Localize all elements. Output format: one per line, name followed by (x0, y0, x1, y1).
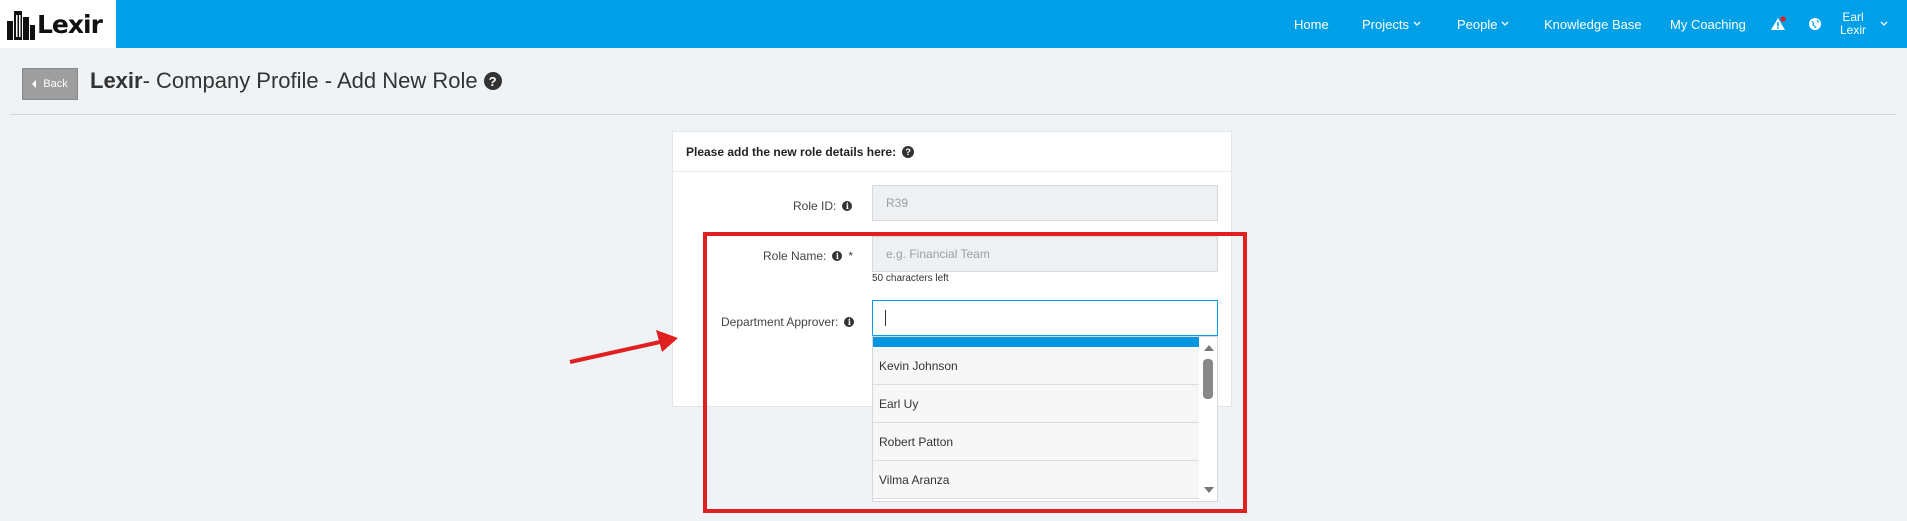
page-title: Lexir - Company Profile - Add New Role ? (90, 68, 502, 94)
back-button[interactable]: Back (22, 68, 78, 100)
divider (10, 114, 1896, 115)
nav-projects-label: Projects (1362, 16, 1409, 32)
nav-knowledge-base[interactable]: Knowledge Base (1544, 0, 1642, 48)
nav-people-label: People (1457, 16, 1498, 32)
language-button[interactable] (1808, 0, 1822, 48)
chevron-down-icon (1880, 21, 1888, 26)
question-circle-icon[interactable]: ? (902, 145, 915, 158)
chevron-down-icon (1409, 21, 1421, 27)
role-id-label: Role ID: i (793, 199, 853, 213)
highlight-annotation-box (703, 232, 1247, 513)
back-button-label: Back (43, 78, 68, 90)
annotation-arrow-icon (569, 330, 678, 364)
info-icon[interactable]: i (842, 201, 853, 211)
question-circle-icon[interactable]: ? (483, 72, 502, 90)
nav-home-label: Home (1294, 16, 1329, 32)
nav-my-coaching-label: My Coaching (1670, 16, 1746, 32)
notifications-button[interactable] (1770, 0, 1786, 48)
role-id-label-text: Role ID: (793, 199, 837, 213)
globe-icon (1809, 18, 1821, 30)
lexir-logo[interactable]: Lexir (0, 0, 116, 48)
user-last-name: Lexir (1840, 23, 1867, 37)
building-logo-icon (7, 11, 35, 40)
logo-wordmark: Lexir (37, 9, 103, 39)
nav-my-coaching[interactable]: My Coaching (1670, 0, 1746, 48)
role-id-value: R39 (886, 196, 909, 210)
caret-left-icon (32, 80, 37, 88)
chevron-down-icon (1497, 21, 1509, 27)
form-heading: Please add the new role details here: ? (673, 132, 1231, 172)
nav-people[interactable]: People (1457, 0, 1509, 48)
user-menu-chevron[interactable] (1880, 0, 1888, 48)
top-navbar: Lexir Home Projects People Knowledge Bas… (0, 0, 1907, 48)
page-title-text: - Company Profile - Add New Role (142, 68, 478, 93)
nav-knowledge-base-label: Knowledge Base (1544, 16, 1642, 32)
warning-icon (1771, 16, 1786, 30)
form-heading-text: Please add the new role details here: (686, 144, 897, 159)
nav-projects[interactable]: Projects (1362, 0, 1421, 48)
nav-home[interactable]: Home (1294, 0, 1329, 48)
page-title-company: Lexir (90, 68, 143, 93)
user-menu[interactable]: Earl Lexir (1840, 0, 1866, 48)
role-id-field: R39 (872, 185, 1218, 221)
